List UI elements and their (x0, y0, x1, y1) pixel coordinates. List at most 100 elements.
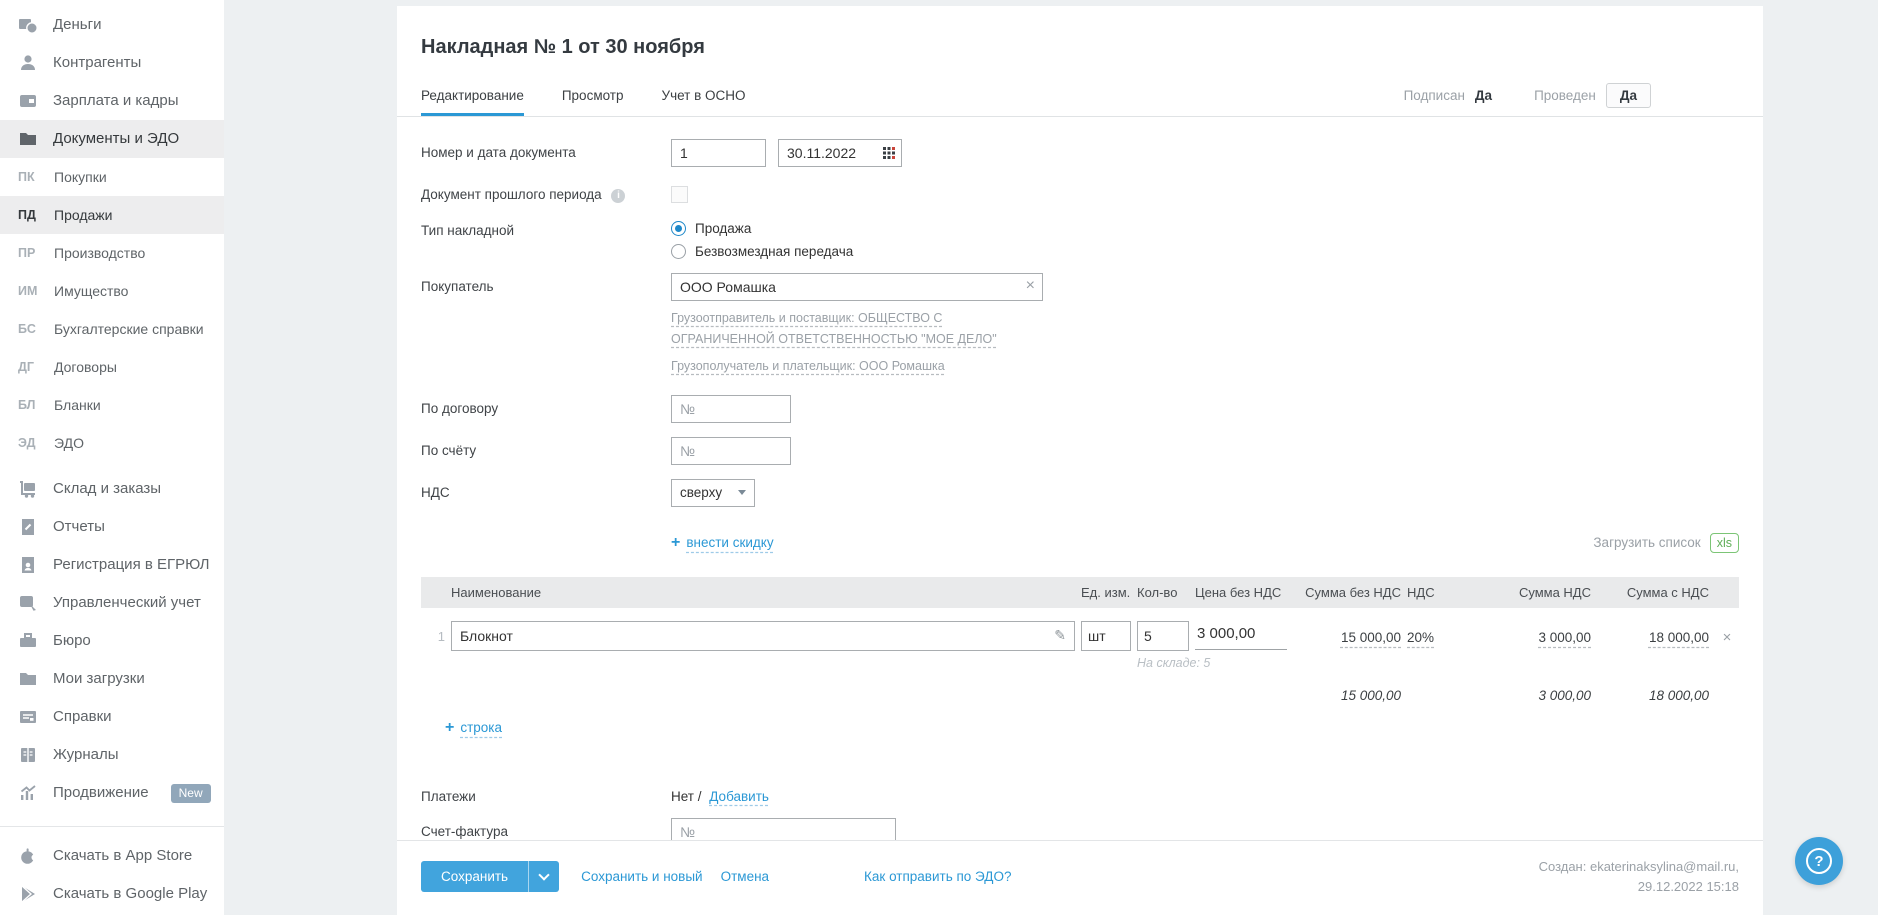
sidebar-item-sales[interactable]: ПД Продажи (0, 196, 224, 234)
col-qty: Кол-во (1137, 584, 1178, 600)
radio-unselected-icon[interactable] (671, 244, 686, 259)
contract-label: По договору (421, 400, 499, 416)
tab-osno-accounting[interactable]: Учет в ОСНО (662, 88, 746, 116)
sidebar-divider (0, 826, 224, 827)
save-button[interactable]: Сохранить (421, 861, 529, 893)
consignee-payer-link[interactable]: Грузополучатель и плательщик: ООО Ромашк… (671, 356, 1043, 377)
sidebar-item-certificates[interactable]: Справки (0, 698, 224, 736)
payments-none-text: Нет / (671, 788, 702, 804)
sidebar-item-google-play[interactable]: Скачать в Google Play (0, 875, 224, 913)
sidebar-item-abbr: ДГ (18, 360, 34, 374)
edo-help-link[interactable]: Как отправить по ЭДО? (864, 869, 1011, 884)
document-number-input[interactable] (671, 139, 766, 167)
plus-icon: + (445, 718, 455, 736)
sidebar-item-accounting-certs[interactable]: БС Бухгалтерские справки (0, 310, 224, 348)
save-and-new-link[interactable]: Сохранить и новый (581, 869, 703, 884)
items-table: Наименование Ед. изм. Кол-во Цена без НД… (421, 576, 1739, 737)
sidebar-item-production[interactable]: ПР Производство (0, 234, 224, 272)
sidebar-item-warehouse[interactable]: Склад и заказы (0, 470, 224, 508)
item-vat-rate-value[interactable]: 20% (1407, 630, 1434, 645)
table-totals-row: 15 000,00 3 000,00 18 000,00 (421, 688, 1739, 703)
pencil-icon[interactable]: ✎ (1054, 627, 1066, 644)
radio-label: Безвозмездная передача (695, 244, 854, 259)
sidebar-item-label: Продвижение (53, 783, 149, 801)
sidebar-item-forms[interactable]: БЛ Бланки (0, 386, 224, 424)
table-row: 1 ✎ 3 000,00 15 000,00 20% 3 000,00 18 0… (421, 620, 1739, 670)
item-unit-input[interactable] (1081, 620, 1131, 651)
contract-number-input[interactable] (671, 394, 791, 423)
sidebar-item-money[interactable]: Деньги (0, 6, 224, 44)
sidebar-item-documents-edo[interactable]: Документы и ЭДО (0, 120, 224, 158)
clear-icon[interactable]: × (1026, 277, 1035, 295)
google-play-icon (17, 884, 39, 904)
tab-editing[interactable]: Редактирование (421, 88, 524, 116)
sidebar-item-app-store[interactable]: Скачать в App Store (0, 837, 224, 875)
sidebar-item-abbr: БС (18, 322, 36, 336)
sidebar-item-abbr: ЭД (18, 436, 36, 450)
sidebar-item-journals[interactable]: Журналы (0, 736, 224, 774)
item-sum-with-vat-value[interactable]: 18 000,00 (1649, 630, 1709, 645)
by-invoice-number-input[interactable] (671, 436, 791, 465)
sidebar-item-label: Скачать в App Store (53, 846, 193, 864)
radio-option-free-transfer[interactable]: Безвозмездная передача (671, 244, 853, 259)
buyer-input[interactable] (671, 273, 1043, 301)
chevron-down-icon (738, 490, 746, 496)
sidebar-item-label: Бланки (54, 397, 101, 413)
folder-icon (17, 669, 39, 689)
tab-preview[interactable]: Просмотр (562, 88, 624, 116)
folder-icon (17, 129, 39, 149)
save-dropdown-button[interactable] (528, 861, 560, 893)
discount-loadlist-row: + внести скидку Загрузить список xls (421, 532, 1739, 553)
item-name-input[interactable] (451, 620, 1075, 651)
sidebar-item-edo[interactable]: ЭД ЭДО (0, 424, 224, 462)
item-vat-sum-value[interactable]: 3 000,00 (1538, 630, 1591, 645)
sidebar-item-contractors[interactable]: Контрагенты (0, 44, 224, 82)
invoice-form: Номер и дата документа Документ прошлого… (421, 139, 1739, 553)
add-row-link[interactable]: + строка (445, 719, 1739, 737)
past-period-checkbox[interactable] (671, 186, 688, 203)
load-list-control: Загрузить список xls (1593, 532, 1739, 553)
item-sum-no-vat: 15 000,00 (1296, 621, 1401, 651)
sidebar-item-label: Зарплата и кадры (53, 91, 179, 109)
sidebar-item-buro[interactable]: Бюро (0, 622, 224, 660)
sidebar-item-label: Производство (54, 245, 146, 261)
xls-upload-button[interactable]: xls (1709, 532, 1739, 553)
tabs-row: Редактирование Просмотр Учет в ОСНО Подп… (397, 83, 1763, 117)
sidebar-item-management-accounting[interactable]: Управленческий учет (0, 584, 224, 622)
contract-row: По договору (421, 394, 1739, 423)
created-email: Создан: ekaterinaksylina@mail.ru, (1538, 858, 1739, 874)
invoice-type-radio-group: Продажа Безвозмездная передача (671, 217, 853, 259)
item-sum-no-vat-value[interactable]: 15 000,00 (1341, 630, 1401, 645)
cancel-link[interactable]: Отмена (721, 869, 769, 884)
info-icon[interactable]: i (611, 189, 626, 203)
sidebar-item-reports[interactable]: Отчеты (0, 508, 224, 546)
calendar-icon[interactable] (883, 147, 895, 162)
radio-option-sale[interactable]: Продажа (671, 221, 853, 236)
sidebar-item-contracts[interactable]: ДГ Договоры (0, 348, 224, 386)
add-payment-link[interactable]: Добавить (709, 789, 769, 804)
vat-mode-select[interactable]: сверху (671, 478, 755, 507)
item-price-field[interactable]: 3 000,00 (1195, 621, 1287, 650)
shipper-supplier-link[interactable]: Грузоотправитель и поставщик: ОБЩЕСТВО С… (671, 308, 1043, 349)
sidebar-item-my-uploads[interactable]: Мои загрузки (0, 660, 224, 698)
item-qty-input[interactable] (1137, 620, 1189, 651)
sidebar: Деньги Контрагенты Зарплата и кадры Доку… (0, 0, 224, 915)
col-name: Наименование (451, 584, 542, 600)
delete-row-icon[interactable]: × (1715, 621, 1739, 651)
sidebar-item-purchases[interactable]: ПК Покупки (0, 158, 224, 196)
sidebar-item-promotion[interactable]: Продвижение New (0, 774, 224, 812)
number-date-label: Номер и дата документа (421, 145, 576, 160)
report-icon (17, 517, 39, 537)
chevron-down-icon (538, 869, 550, 881)
past-period-label: Документ прошлого периода i (421, 181, 671, 203)
payments-label: Платежи (421, 788, 476, 804)
add-discount-link[interactable]: + внести скидку (671, 534, 774, 552)
sidebar-item-egrul-registration[interactable]: Регистрация в ЕГРЮЛ (0, 546, 224, 584)
sidebar-item-property[interactable]: ИМ Имущество (0, 272, 224, 310)
vat-row: НДС сверху (421, 478, 1739, 507)
posted-value-button[interactable]: Да (1605, 83, 1651, 108)
sidebar-item-salary[interactable]: Зарплата и кадры (0, 82, 224, 120)
radio-selected-icon[interactable] (671, 221, 686, 236)
help-button[interactable]: ? (1795, 837, 1843, 885)
by-invoice-label: По счёту (421, 442, 477, 458)
